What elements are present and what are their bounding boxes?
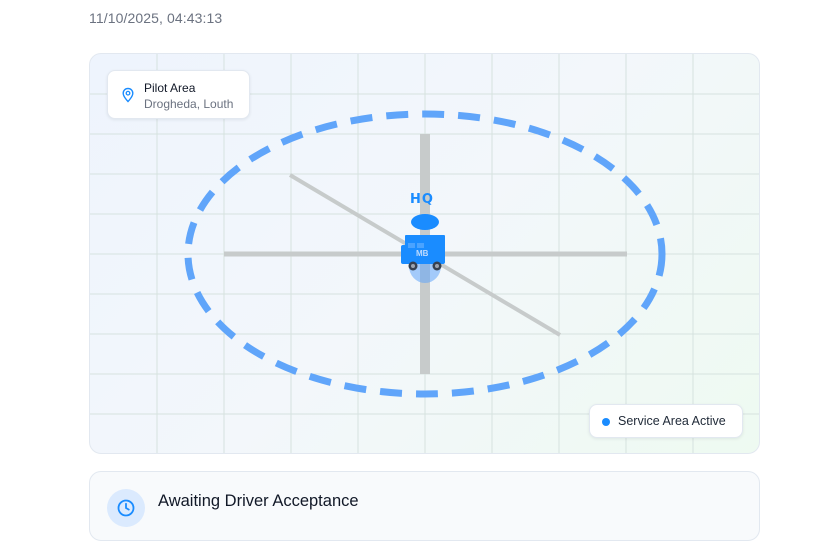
location-title: Pilot Area [144,81,196,95]
location-subtitle: Drogheda, Louth [144,97,234,111]
hq-label: HQ [410,192,434,207]
status-dot [602,418,610,426]
service-status-badge: Service Area Active [589,404,743,438]
timestamp: 11/10/2025, 04:43:13 [89,10,223,26]
service-status-label: Service Area Active [618,414,726,428]
clock-icon-container [107,489,145,527]
service-area-map[interactable]: HQ MB Pilot Area Drogheda, Louth Service… [89,53,760,454]
clock-icon [117,499,135,517]
vehicle-label: MB [416,249,429,258]
map-pin-icon [122,87,134,103]
hq-marker [411,214,439,230]
location-chip: Pilot Area Drogheda, Louth [107,70,250,119]
request-status-title: Awaiting Driver Acceptance [158,492,359,510]
request-status-card: Awaiting Driver Acceptance [89,471,760,541]
